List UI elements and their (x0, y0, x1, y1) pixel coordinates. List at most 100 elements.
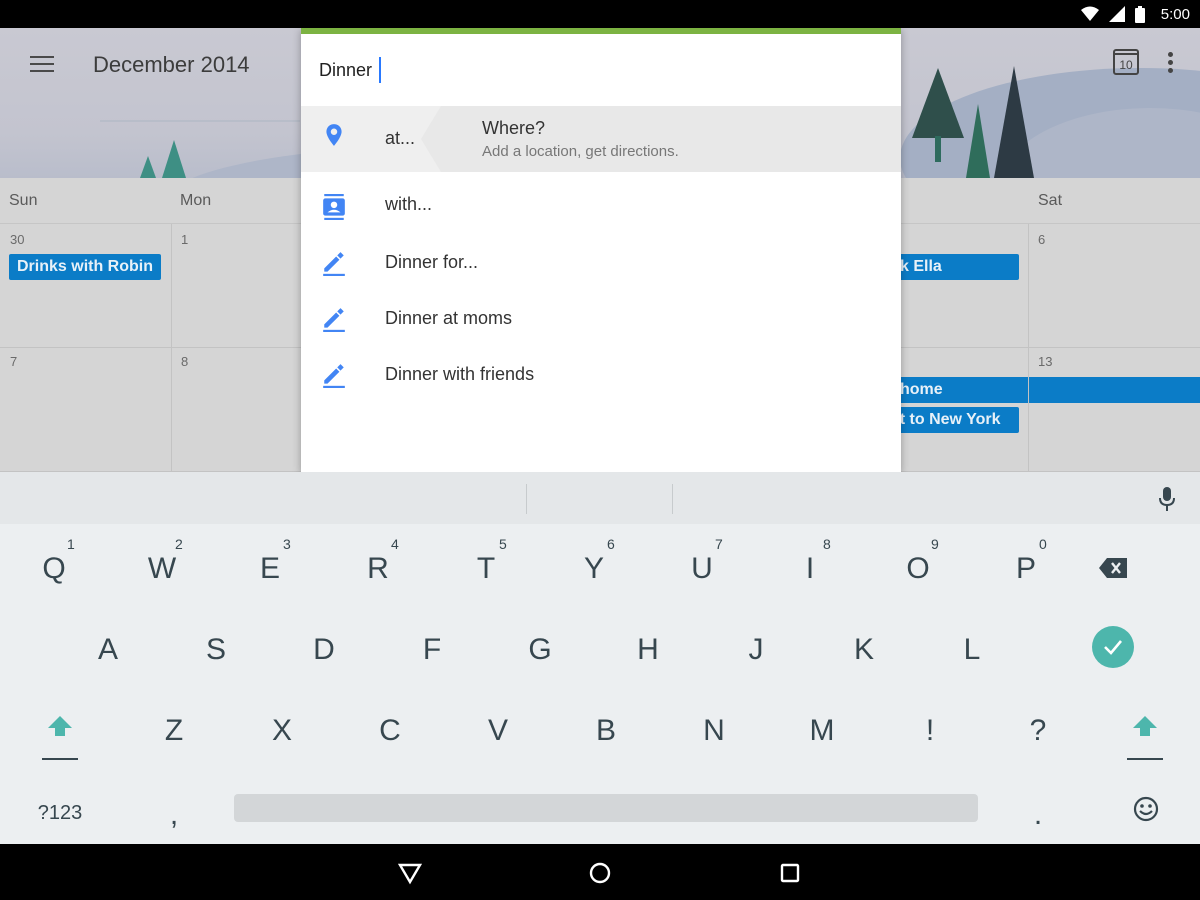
key-row3-7[interactable]: ! (880, 692, 980, 766)
status-bar: 5:00 (0, 0, 1200, 28)
smiley-icon (1133, 796, 1159, 822)
event-title-value: Dinner (319, 59, 373, 80)
key-label: B (595, 714, 616, 747)
key-row3-5[interactable]: N (664, 692, 764, 766)
key-number-hint: 9 (931, 536, 939, 552)
key-row2-0[interactable]: A (58, 611, 158, 685)
key-row2-4[interactable]: G (490, 611, 590, 685)
key-row2-1[interactable]: S (166, 611, 266, 685)
key-row1-7[interactable]: I8 (760, 530, 860, 604)
period-key-label: . (1033, 798, 1043, 831)
suggestion-label: Dinner at moms (385, 308, 513, 328)
suggestion-label: with... (385, 194, 433, 214)
key-row2-8[interactable]: L (922, 611, 1022, 685)
microphone-icon[interactable] (1157, 486, 1177, 512)
comma-key[interactable]: , (124, 772, 224, 846)
key-label: I (805, 552, 815, 585)
done-key[interactable] (1092, 626, 1134, 668)
event-home[interactable]: home (880, 377, 1200, 403)
key-row3-2[interactable]: C (340, 692, 440, 766)
quick-add-event-dialog: Dinner at... Where? Add a location, get … (301, 28, 901, 472)
key-number-hint: 3 (283, 536, 291, 552)
suggestion-dinner-at-moms[interactable]: Dinner at moms (301, 290, 901, 346)
key-number-hint: 0 (1039, 536, 1047, 552)
key-label: ? (1029, 714, 1047, 747)
suggestion-with[interactable]: with... (301, 178, 901, 234)
key-row3-8[interactable]: ? (988, 692, 1088, 766)
shift-key-left[interactable] (30, 692, 90, 766)
day-number[interactable]: 6 (1038, 232, 1045, 247)
menu-icon[interactable] (30, 56, 54, 76)
tree-illustration (912, 68, 964, 138)
key-label: P (1015, 552, 1036, 585)
key-row1-5[interactable]: Y6 (544, 530, 644, 604)
key-row3-4[interactable]: B (556, 692, 656, 766)
day-number[interactable]: 13 (1038, 354, 1052, 369)
back-icon[interactable] (397, 860, 423, 886)
key-row3-0[interactable]: Z (124, 692, 224, 766)
key-label: G (528, 633, 552, 666)
event-drinks-with-robin[interactable]: Drinks with Robin (9, 254, 161, 280)
key-row2-6[interactable]: J (706, 611, 806, 685)
cell-signal-icon (1108, 6, 1125, 22)
shift-key-right[interactable] (1115, 692, 1175, 766)
key-row1-0[interactable]: Q1 (4, 530, 104, 604)
text-cursor (379, 57, 382, 83)
comma-key-label: , (169, 798, 179, 831)
suggestion-location-label: at... (385, 128, 416, 148)
home-icon[interactable] (587, 860, 613, 886)
key-row1-3[interactable]: R4 (328, 530, 428, 604)
key-row1-4[interactable]: T5 (436, 530, 536, 604)
shift-arrow-icon (1133, 716, 1157, 736)
day-number[interactable]: 8 (181, 354, 188, 369)
backspace-key[interactable] (1090, 530, 1142, 604)
key-label: C (379, 714, 401, 747)
keyboard-suggestion-strip (0, 472, 1200, 524)
key-label: U (691, 552, 713, 585)
key-row3-3[interactable]: V (448, 692, 548, 766)
space-key[interactable] (234, 794, 978, 822)
key-number-hint: 2 (175, 536, 183, 552)
location-prompt-title: Where? (482, 118, 546, 138)
contact-icon (323, 194, 345, 220)
recents-icon[interactable] (777, 860, 803, 886)
status-time: 5:00 (1160, 5, 1190, 23)
location-prompt-subtitle: Add a location, get directions. (482, 143, 679, 160)
period-key[interactable]: . (988, 772, 1088, 846)
status-icons: 5:00 (1080, 0, 1190, 28)
key-label: W (147, 552, 177, 585)
key-row2-5[interactable]: H (598, 611, 698, 685)
day-number[interactable]: 1 (181, 232, 188, 247)
event-title-input[interactable]: Dinner (319, 56, 382, 84)
key-label: A (97, 633, 118, 666)
key-row3-6[interactable]: M (772, 692, 872, 766)
key-label: N (703, 714, 725, 747)
key-label: V (487, 714, 508, 747)
key-row2-2[interactable]: D (274, 611, 374, 685)
suggestion-dinner-for[interactable]: Dinner for... (301, 234, 901, 290)
day-number[interactable]: 7 (10, 354, 17, 369)
key-row1-2[interactable]: E3 (220, 530, 320, 604)
key-row2-7[interactable]: K (814, 611, 914, 685)
key-label: X (271, 714, 292, 747)
emoji-key[interactable] (1120, 772, 1172, 846)
suggestion-location[interactable]: at... Where? Add a location, get directi… (301, 106, 901, 172)
key-row1-1[interactable]: W2 (112, 530, 212, 604)
symbols-key[interactable]: ?123 (10, 772, 110, 846)
key-row3-1[interactable]: X (232, 692, 332, 766)
suggestion-dinner-with-friends[interactable]: Dinner with friends (301, 346, 901, 402)
today-calendar-icon[interactable]: 10 (1113, 49, 1139, 75)
day-number[interactable]: 30 (10, 232, 24, 247)
backspace-icon (1099, 558, 1127, 578)
key-label: J (748, 633, 764, 666)
key-row1-6[interactable]: U7 (652, 530, 752, 604)
location-prompt-panel[interactable]: Where? Add a location, get directions. (421, 106, 901, 172)
key-row1-9[interactable]: P0 (976, 530, 1076, 604)
key-label: R (367, 552, 389, 585)
tree-illustration (994, 66, 1034, 178)
key-row2-3[interactable]: F (382, 611, 482, 685)
key-number-hint: 1 (67, 536, 75, 552)
key-row1-8[interactable]: O9 (868, 530, 968, 604)
pencil-icon (323, 364, 345, 388)
more-options-icon[interactable] (1168, 52, 1174, 74)
